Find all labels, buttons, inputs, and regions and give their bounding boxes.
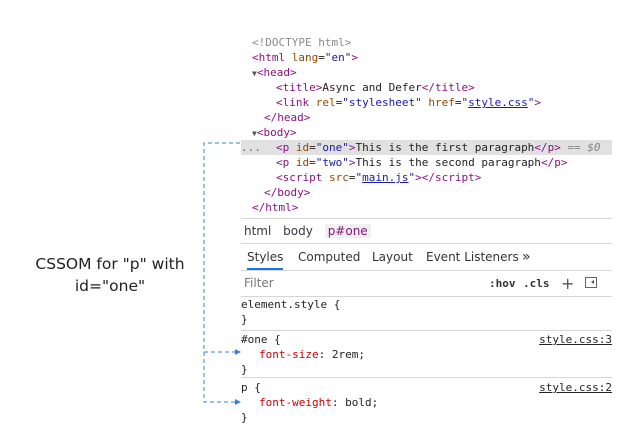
elements-tree: <!DOCTYPE html> <html lang="en"> ▼<head>… — [241, 30, 612, 215]
rule-selector[interactable]: element.style { — [241, 297, 612, 312]
rule-close: } — [241, 411, 248, 424]
rule-p: p { style.css:2 font-weight: bold; } — [241, 380, 612, 425]
tree-html-open[interactable]: <html lang="en"> — [241, 50, 612, 65]
more-options-icon[interactable]: ... — [241, 140, 261, 155]
styles-tabbar: Styles Computed Layout Event Listeners » — [241, 244, 612, 270]
tab-event-listeners[interactable]: Event Listeners — [426, 244, 519, 270]
connector-p-one — [203, 142, 240, 353]
more-tabs-icon[interactable]: » — [522, 244, 531, 270]
filter-input[interactable]: Filter — [244, 271, 274, 296]
rule-close: } — [241, 363, 248, 376]
rule-selector[interactable]: #one { — [241, 333, 281, 346]
devtools-panel: <!DOCTYPE html> <html lang="en"> ▼<head>… — [241, 30, 612, 424]
stylesheet-link[interactable]: style.css — [468, 96, 528, 109]
tree-head-open[interactable]: ▼<head> — [241, 65, 612, 80]
breadcrumb-html[interactable]: html — [244, 224, 271, 238]
tree-body-close[interactable]: </body> — [241, 185, 612, 200]
rule-source-link[interactable]: style.css:2 — [539, 380, 612, 395]
tab-styles[interactable]: Styles — [247, 244, 284, 270]
selected-marker: == $0 — [567, 141, 601, 154]
rule-source-link[interactable]: style.css:3 — [539, 332, 612, 347]
tree-script[interactable]: <script src="main.js"></script> — [241, 170, 612, 185]
connector-p-rule — [203, 352, 237, 403]
divider — [241, 330, 612, 331]
toggle-sidebar-icon[interactable] — [585, 277, 597, 288]
hov-toggle-button[interactable]: :hov — [489, 271, 516, 296]
breadcrumb: html body p#one — [244, 220, 379, 242]
rule-element-style: element.style { } — [241, 297, 612, 327]
new-rule-icon[interactable]: + — [561, 271, 574, 296]
tree-p-one-selected[interactable]: ... <p id="one">This is the first paragr… — [241, 140, 612, 155]
divider — [241, 377, 612, 378]
breadcrumb-body[interactable]: body — [283, 224, 313, 238]
rule-declaration[interactable]: font-size: 2rem; — [241, 347, 612, 362]
cls-toggle-button[interactable]: .cls — [523, 271, 550, 296]
rule-selector[interactable]: p { — [241, 381, 261, 394]
tree-html-close[interactable]: </html> — [241, 200, 612, 215]
tab-layout[interactable]: Layout — [372, 244, 413, 270]
tab-computed[interactable]: Computed — [298, 244, 360, 270]
breadcrumb-p-one[interactable]: p#one — [324, 224, 371, 238]
tree-link[interactable]: <link rel="stylesheet" href="style.css"> — [241, 95, 612, 110]
tree-head-close[interactable]: </head> — [241, 110, 612, 125]
styles-filter-bar: Filter :hov .cls + — [241, 271, 612, 296]
rule-id-one: #one { style.css:3 font-size: 2rem; } — [241, 332, 612, 377]
tree-p-two[interactable]: <p id="two">This is the second paragraph… — [241, 155, 612, 170]
tree-title[interactable]: <title>Async and Defer</title> — [241, 80, 612, 95]
tree-doctype[interactable]: <!DOCTYPE html> — [241, 35, 612, 50]
rule-declaration[interactable]: font-weight: bold; — [241, 395, 612, 410]
script-link[interactable]: main.js — [362, 171, 408, 184]
divider — [241, 218, 612, 219]
rule-close: } — [241, 313, 248, 326]
tree-body-open[interactable]: ▼<body> — [241, 125, 612, 140]
